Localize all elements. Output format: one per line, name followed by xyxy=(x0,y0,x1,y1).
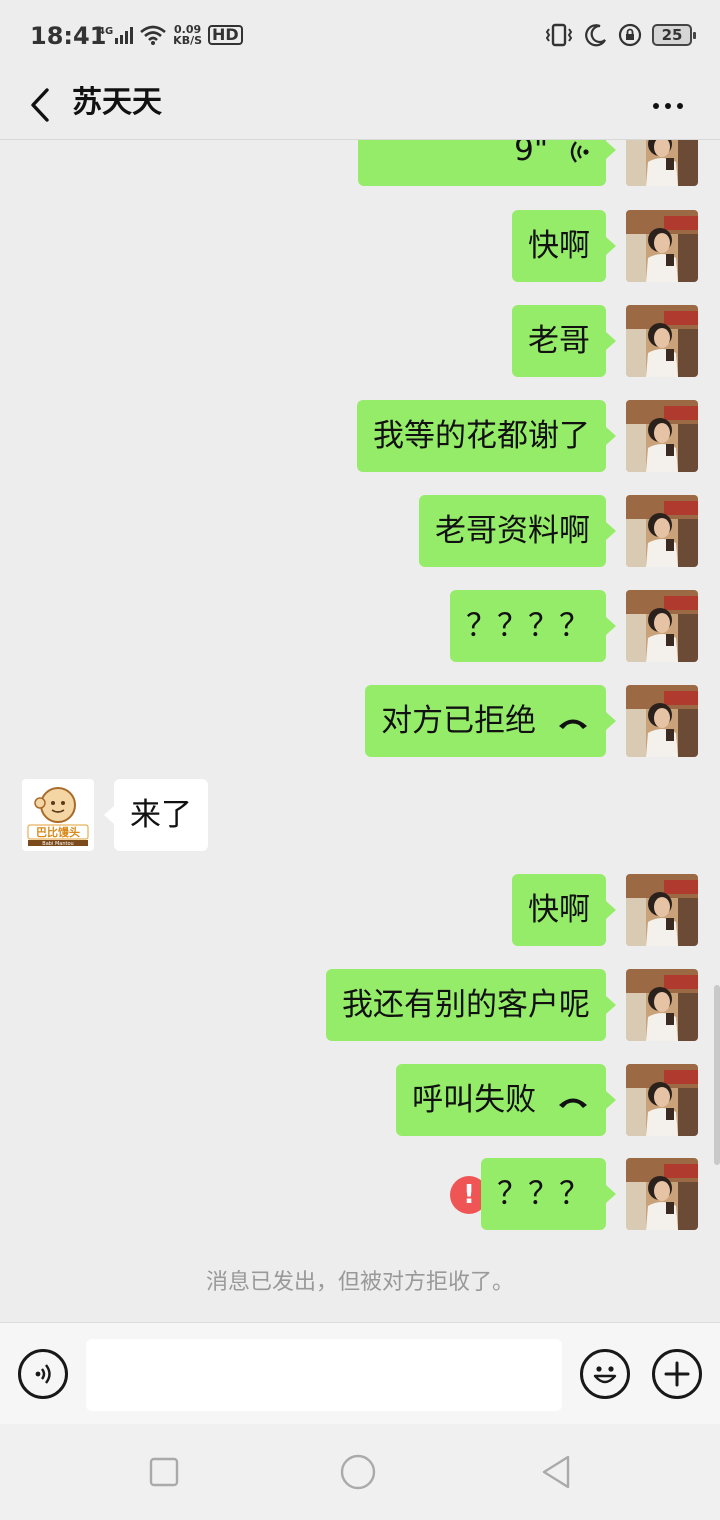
my-avatar[interactable] xyxy=(626,400,698,472)
back-nav-button[interactable] xyxy=(536,1452,576,1492)
vibrate-icon xyxy=(545,23,573,47)
circle-icon xyxy=(340,1454,376,1490)
network-speed: 0.09 KB/S xyxy=(173,23,203,47)
status-bar: 18:41 4G 0.09 KB/S HD 25 xyxy=(0,0,720,72)
logo-subtext: Babi Mantou xyxy=(42,841,73,847)
chat-header: 苏天天 xyxy=(0,72,720,140)
text-message-bubble[interactable]: ？？？？ xyxy=(450,590,616,662)
chat-message-list[interactable]: 9" 快啊 老哥 我等的花都谢了 老哥资料啊 ？？？？ 对方已拒绝 巴比馒头 B… xyxy=(0,140,720,1322)
plus-icon xyxy=(664,1361,690,1387)
call-message-bubble[interactable]: 呼叫失败 xyxy=(396,1064,616,1136)
my-avatar[interactable] xyxy=(626,210,698,282)
input-bar xyxy=(0,1322,720,1424)
status-right-icons: 25 xyxy=(544,22,696,48)
my-avatar[interactable] xyxy=(626,874,698,946)
status-time: 18:41 xyxy=(30,22,107,50)
message-row: 快啊 xyxy=(0,210,720,284)
message-row: 我等的花都谢了 xyxy=(0,400,720,474)
text-message-bubble[interactable]: ？？？ xyxy=(481,1158,616,1230)
moon-icon xyxy=(585,24,606,47)
status-left-icons: 4G 0.09 KB/S HD xyxy=(98,24,243,46)
battery-icon: 25 xyxy=(652,24,696,46)
message-row: 老哥资料啊 xyxy=(0,495,720,569)
text-message-bubble[interactable]: 来了 xyxy=(104,779,208,851)
my-avatar[interactable] xyxy=(626,590,698,662)
voice-input-button[interactable] xyxy=(18,1349,68,1399)
more-dot-icon xyxy=(653,103,659,109)
emoji-button[interactable] xyxy=(580,1349,630,1399)
signal-icon: 4G xyxy=(98,25,134,44)
my-avatar[interactable] xyxy=(626,1158,698,1230)
message-row: 我还有别的客户呢 xyxy=(0,969,720,1043)
hang-up-phone-icon xyxy=(559,1098,587,1108)
my-avatar[interactable] xyxy=(626,495,698,567)
more-dot-icon xyxy=(677,103,683,109)
call-message-bubble[interactable]: 对方已拒绝 xyxy=(365,685,616,757)
recent-apps-button[interactable] xyxy=(144,1452,184,1492)
lock-rotation-icon xyxy=(618,23,642,47)
smiley-icon xyxy=(593,1366,617,1384)
text-message-bubble[interactable]: 快啊 xyxy=(512,874,616,946)
chevron-left-icon xyxy=(31,88,49,122)
more-options-button[interactable] xyxy=(646,84,690,128)
back-button[interactable] xyxy=(20,80,60,130)
my-avatar[interactable] xyxy=(626,969,698,1041)
my-avatar[interactable] xyxy=(626,1064,698,1136)
text-message-bubble[interactable]: 老哥资料啊 xyxy=(419,495,616,567)
message-row: 快啊 xyxy=(0,874,720,948)
network-type: 4G xyxy=(98,25,114,37)
hd-badge: HD xyxy=(208,25,243,45)
message-row: 巴比馒头 Babi Mantou 来了 xyxy=(0,779,720,853)
wifi-icon xyxy=(140,25,167,45)
voice-icon xyxy=(35,1364,51,1384)
my-avatar[interactable] xyxy=(626,685,698,757)
message-row: 对方已拒绝 xyxy=(0,685,720,759)
message-row: 9" xyxy=(0,140,720,188)
message-input[interactable] xyxy=(86,1339,562,1411)
message-row: ! ？？？ xyxy=(0,1158,720,1232)
system-notice: 消息已发出，但被对方拒收了。 xyxy=(205,1270,514,1295)
my-avatar[interactable] xyxy=(626,305,698,377)
text-message-bubble[interactable]: 老哥 xyxy=(512,305,616,377)
contact-avatar[interactable]: 巴比馒头 Babi Mantou xyxy=(22,779,94,851)
chat-title: 苏天天 xyxy=(72,85,162,120)
home-button[interactable] xyxy=(338,1452,378,1492)
triangle-back-icon xyxy=(542,1455,570,1489)
square-icon xyxy=(149,1457,179,1487)
logo-text: 巴比馒头 xyxy=(36,825,80,839)
hang-up-phone-icon xyxy=(559,719,587,729)
voice-wave-icon xyxy=(570,140,589,163)
more-dot-icon xyxy=(665,103,671,109)
message-row: ？？？？ xyxy=(0,590,720,664)
scrollbar[interactable] xyxy=(714,985,720,1165)
text-message-bubble[interactable]: 我等的花都谢了 xyxy=(357,400,616,472)
text-message-bubble[interactable]: 我还有别的客户呢 xyxy=(326,969,616,1041)
voice-message-bubble[interactable]: 9" xyxy=(358,140,616,186)
text-message-bubble[interactable]: 快啊 xyxy=(512,210,616,282)
message-row: 呼叫失败 xyxy=(0,1064,720,1138)
message-row: 老哥 xyxy=(0,305,720,379)
more-functions-button[interactable] xyxy=(652,1349,702,1399)
system-nav-bar xyxy=(0,1424,720,1520)
my-avatar[interactable] xyxy=(626,140,698,186)
